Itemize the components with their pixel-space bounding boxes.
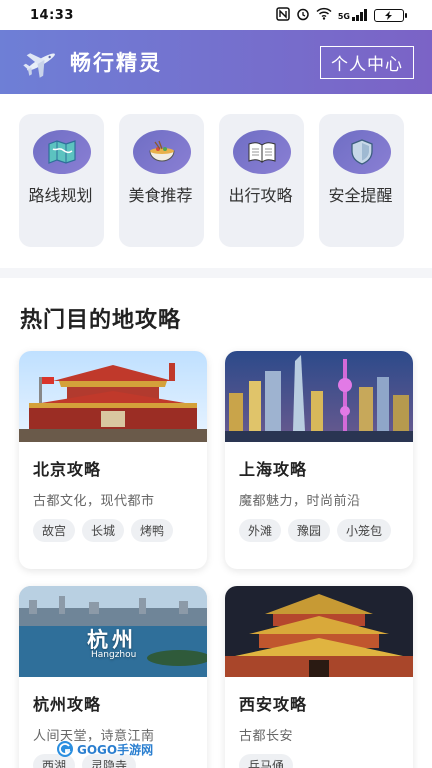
destination-name: 上海攻略: [239, 460, 308, 479]
tag-kaoya[interactable]: 烤鸭: [131, 519, 174, 542]
profile-center-button[interactable]: 个人中心: [320, 45, 414, 79]
site-watermark: GOGO手游网: [56, 738, 153, 760]
feature-food-recommend[interactable]: 美食推荐: [119, 114, 204, 247]
tag-list: 兵马俑: [239, 754, 399, 768]
status-time: 14:33: [30, 7, 74, 23]
feature-travel-guide[interactable]: 出行攻略: [219, 114, 304, 247]
app-header: 畅行精灵 个人中心: [0, 30, 432, 94]
tag-list: 故宫 长城 烤鸭: [33, 519, 193, 542]
airplane-icon: [22, 43, 60, 81]
destination-description: 魔都魅力，时尚前沿: [239, 494, 361, 509]
destination-name: 北京攻略: [33, 460, 102, 479]
feature-route-planning[interactable]: 路线规划: [19, 114, 104, 247]
food-bowl-icon: [132, 130, 191, 174]
shanghai-skyline-image: [225, 351, 413, 442]
section-title: 热门目的地攻略: [20, 308, 182, 333]
app-title: 畅行精灵: [70, 51, 162, 75]
beijing-tiananmen-image: [19, 351, 207, 442]
destination-description: 古都文化，现代都市: [33, 494, 155, 509]
book-icon: [232, 130, 291, 174]
feature-label: 路线规划: [28, 186, 93, 205]
feature-label: 美食推荐: [128, 186, 193, 205]
popular-destinations-section: 热门目的地攻略 北京攻略 古都文化，现代都市 故宫 长城 烤鸭 上海攻略 魔都魅…: [0, 278, 432, 768]
tag-bingmayong[interactable]: 兵马俑: [239, 754, 294, 768]
feature-grid: 路线规划 美食推荐 出行攻略 安全提醒: [0, 94, 432, 268]
battery-icon: [374, 8, 407, 22]
status-icons: 5G: [276, 6, 407, 24]
alarm-icon: [296, 7, 310, 24]
destination-name: 杭州攻略: [33, 695, 102, 714]
destination-card-beijing[interactable]: 北京攻略 古都文化，现代都市 故宫 长城 烤鸭: [19, 351, 207, 569]
feature-label: 安全提醒: [328, 186, 393, 205]
tag-changcheng[interactable]: 长城: [82, 519, 125, 542]
signal-icon: 5G: [338, 9, 368, 21]
hangzhou-image-subtitle: Hangzhou: [91, 650, 137, 660]
watermark-text: GOGO手游网: [77, 742, 154, 757]
destination-card-xian[interactable]: 西安攻略 古都长安 兵马俑: [225, 586, 413, 768]
network-type: 5G: [337, 12, 350, 21]
feature-label: 出行攻略: [228, 186, 293, 205]
feature-safety-reminder[interactable]: 安全提醒: [319, 114, 404, 247]
tag-gugong[interactable]: 故宫: [33, 519, 76, 542]
wifi-icon: [316, 7, 332, 23]
nfc-icon: [276, 6, 290, 24]
tag-list: 外滩 豫园 小笼包: [239, 519, 399, 542]
tag-xiaolongbao[interactable]: 小笼包: [337, 519, 392, 542]
hangzhou-westlake-image: 杭州 Hangzhou: [19, 586, 207, 677]
status-bar: 14:33 5G: [0, 0, 432, 30]
destination-name: 西安攻略: [239, 695, 308, 714]
tag-waitan[interactable]: 外滩: [239, 519, 282, 542]
tag-yuyuan[interactable]: 豫园: [288, 519, 331, 542]
destination-card-shanghai[interactable]: 上海攻略 魔都魅力，时尚前沿 外滩 豫园 小笼包: [225, 351, 413, 569]
destination-description: 古都长安: [239, 729, 294, 744]
shield-icon: [332, 130, 391, 174]
map-icon: [32, 130, 91, 174]
xian-bell-tower-image: [225, 586, 413, 677]
watermark-logo-icon: [57, 741, 73, 757]
